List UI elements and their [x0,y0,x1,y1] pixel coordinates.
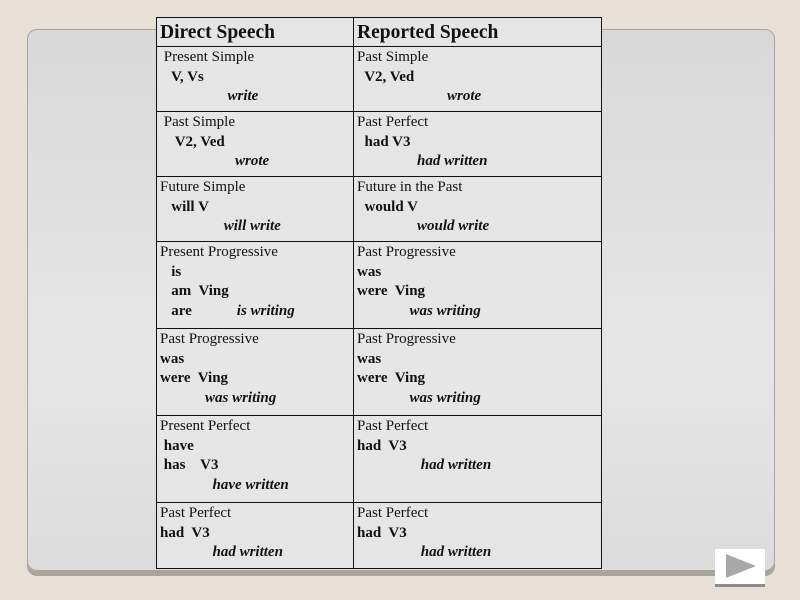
tense-formula: had V3 [357,437,407,454]
direct-speech-header: Direct Speech [156,17,354,47]
tense-name: Past Perfect [357,418,429,434]
reported-speech-cell: Future in the Past would V would write [353,176,602,242]
table-row: Past Perfect had V3 had written Past Perfe… [156,502,602,569]
tense-name: Past Perfect [357,505,429,521]
direct-speech-cell: Future Simple will V will write [156,176,354,242]
reported-speech-header: Reported Speech [353,17,602,47]
tense-formula: are [160,302,237,319]
table-row: Past Simple V2, Ved wrote Past Perfect ha… [156,111,602,177]
reported-speech-cell: Past Progressive was were Ving was writing [353,241,602,329]
tense-name: Past Simple [357,49,429,65]
example-text: had written [357,153,488,170]
tense-name: Past Perfect [160,505,232,521]
tense-name: Present Perfect [160,418,251,434]
header-row: Direct Speech Reported Speech [156,17,602,47]
tense-formula: was [357,263,382,280]
example-text: had written [357,544,492,561]
tense-formula: V2, Ved [160,133,225,150]
example-text: had written [160,544,283,561]
reported-speech-cell: Past Perfect had V3 had written [353,415,602,503]
tense-name: Past Progressive [160,331,259,347]
direct-speech-cell: Present Simple V, Vs write [156,46,354,112]
tense-name: Past Progressive [357,331,456,347]
reported-speech-cell: Past Perfect had V3 had written [353,111,602,177]
tense-name: Past Progressive [357,244,456,260]
table-row: Present Simple V, Vs write Past Simple V2… [156,46,602,112]
tense-formula: was [357,350,382,367]
tense-formula: is [160,263,182,280]
reported-speech-cell: Past Progressive was were Ving was writing [353,328,602,416]
example-text: would write [357,218,490,235]
tense-formula: were Ving [357,370,426,387]
next-slide-button[interactable] [715,549,765,587]
example-text: wrote [160,153,270,170]
tense-formula: had V3 [160,524,210,541]
example-text: was writing [357,302,481,319]
tense-name: Present Simple [160,49,255,65]
direct-speech-cell: Present Perfect have has V3 have written [156,415,354,503]
tense-formula: were Ving [357,283,426,300]
tense-formula: have [160,437,194,454]
example-text: had written [357,457,492,474]
tense-formula: had V3 [357,133,411,150]
table-row: Present Perfect have has V3 have written… [156,415,602,503]
direct-speech-cell: Present Progressive is am Ving are is wr… [156,241,354,329]
tense-formula: will V [160,198,209,215]
tense-formula: were Ving [160,370,229,387]
reported-speech-cell: Past Perfect had V3 had written [353,502,602,569]
example-text: was writing [357,389,481,406]
speech-table: Direct Speech Reported Speech Present Si… [156,17,602,569]
tense-formula: had V3 [357,524,407,541]
table-row: Past Progressive was were Ving was writing… [156,328,602,416]
table-row: Present Progressive is am Ving are is wr… [156,241,602,329]
direct-speech-cell: Past Perfect had V3 had written [156,502,354,569]
example-text: was writing [160,389,277,406]
example-text: is writing [236,302,295,319]
tense-formula: would V [357,198,419,215]
example-text: write [160,88,259,105]
example-text: will write [160,218,281,235]
tense-formula: am Ving [160,283,229,300]
tense-name: Present Progressive [160,244,278,260]
example-text: wrote [357,88,482,105]
direct-speech-cell: Past Progressive was were Ving was writing [156,328,354,416]
tense-name: Past Simple [160,114,236,130]
reported-speech-cell: Past Simple V2, Ved wrote [353,46,602,112]
tense-formula: has V3 [160,457,219,474]
example-text: have written [160,476,289,493]
tense-formula: V, Vs [160,68,204,85]
tense-name: Past Perfect [357,114,429,130]
tense-name: Future in the Past [357,179,463,195]
tense-formula: V2, Ved [357,68,415,85]
direct-speech-cell: Past Simple V2, Ved wrote [156,111,354,177]
tense-formula: are is writing [160,302,350,322]
tense-formula: was [160,350,185,367]
tense-name: Future Simple [160,179,246,195]
table-row: Future Simple will V will write Future in… [156,176,602,242]
play-triangle-icon [726,554,756,578]
